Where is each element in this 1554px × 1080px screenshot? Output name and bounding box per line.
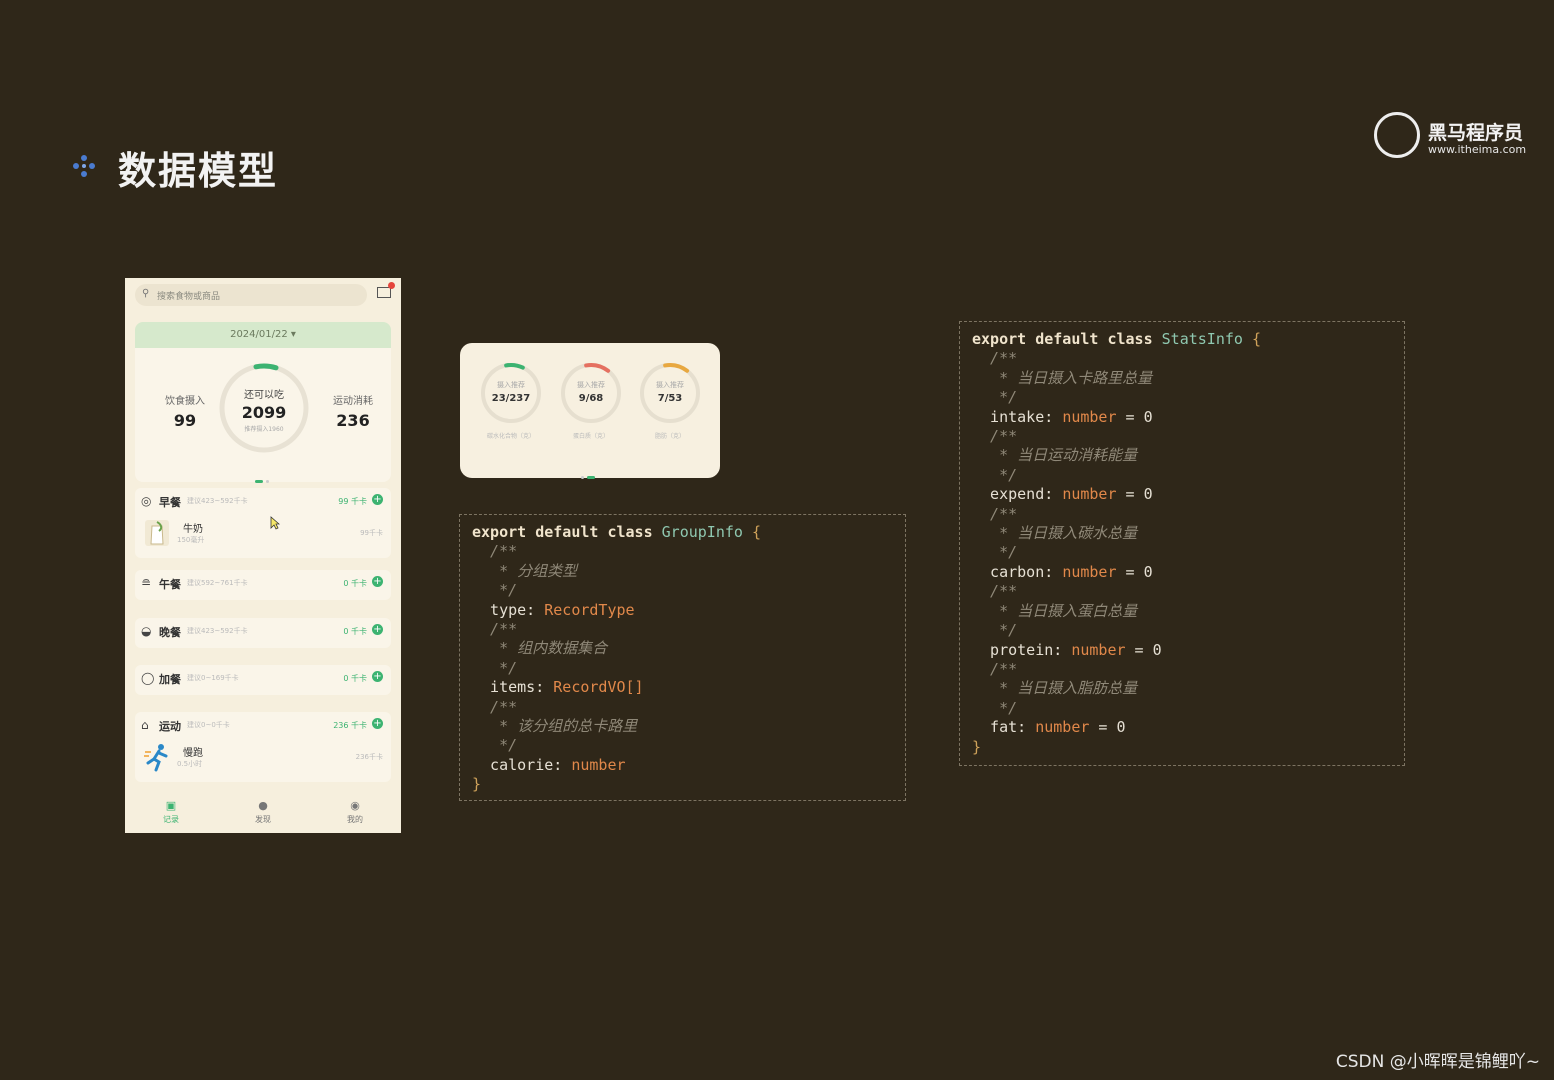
- meal-suggest: 建议0~169千卡: [187, 674, 239, 682]
- code-block-groupinfo: export default class GroupInfo { /** * 分…: [459, 514, 906, 801]
- brand-logo: 黑马程序员 www.itheima.com: [1374, 112, 1539, 162]
- meal-kcal: 0 千卡: [343, 579, 367, 588]
- meal-suggest: 建议0~0千卡: [187, 721, 230, 729]
- page-indicator: [581, 464, 595, 483]
- bowl-icon: ◒: [141, 624, 152, 638]
- meal-group-dinner[interactable]: ◒ 晚餐 建议423~592千卡 0 千卡 +: [135, 618, 391, 648]
- food-item-name: 牛奶: [183, 524, 203, 535]
- intake-label: 饮食摄入: [165, 396, 205, 407]
- milk-icon: [145, 520, 169, 546]
- logo-url: www.itheima.com: [1428, 143, 1527, 156]
- ring-value: 9/68: [578, 393, 604, 404]
- ring-label: 摄入推荐: [656, 381, 684, 389]
- logo-horse-icon: [1374, 112, 1420, 158]
- notification-dot: [388, 282, 395, 289]
- ring-value: 7/53: [657, 393, 683, 404]
- title-bullet-icon: [73, 155, 95, 177]
- tab-label: 发现: [255, 815, 271, 824]
- remain-label: 还可以吃: [244, 390, 284, 401]
- intake-stat: 饮食摄入 99: [153, 392, 217, 430]
- logo-text: 黑马程序员: [1428, 122, 1524, 144]
- meal-name: 加餐: [159, 673, 181, 686]
- tab-label: 记录: [163, 815, 179, 824]
- meal-name: 运动: [159, 720, 181, 733]
- meal-suggest: 建议592~761千卡: [187, 579, 248, 587]
- mouse-cursor-icon: [270, 516, 280, 530]
- meal-group-lunch[interactable]: ≘ 午餐 建议592~761千卡 0 千卡 +: [135, 570, 391, 600]
- user-icon: ◉: [350, 799, 360, 812]
- breakfast-icon: ◎: [141, 494, 152, 508]
- tab-discover[interactable]: ● 发现: [233, 799, 293, 825]
- expend-label: 运动消耗: [333, 396, 373, 407]
- search-icon: ⚲: [142, 288, 150, 299]
- sport-item-name: 慢跑: [183, 748, 203, 759]
- meal-group-snack[interactable]: ◯ 加餐 建议0~169千卡 0 千卡 +: [135, 665, 391, 695]
- meal-kcal: 0 千卡: [343, 627, 367, 636]
- code-text: export default class StatsInfo { /** * 当…: [972, 330, 1261, 756]
- meal-kcal: 0 千卡: [343, 674, 367, 683]
- code-text: export default class GroupInfo { /** * 分…: [472, 523, 761, 794]
- summary-card: 饮食摄入 99 还可以吃 2099 推荐摄入1960 运动消耗 236: [135, 348, 391, 483]
- ring-sub: 碳水化合物（克）: [486, 433, 535, 440]
- meal-suggest: 建议423~592千卡: [187, 627, 248, 635]
- meal-name: 午餐: [159, 578, 181, 591]
- bottom-tab-bar: ▣ 记录 ● 发现 ◉ 我的: [125, 793, 401, 833]
- add-lunch-button[interactable]: +: [372, 576, 383, 587]
- meal-suggest: 建议423~592千卡: [187, 497, 248, 505]
- food-item-amount: 150毫升: [177, 536, 205, 544]
- add-dinner-button[interactable]: +: [372, 624, 383, 635]
- planet-icon: ●: [258, 799, 268, 812]
- sport-item-kcal: 236千卡: [355, 753, 383, 761]
- add-sport-button[interactable]: +: [372, 718, 383, 729]
- expend-stat: 运动消耗 236: [321, 392, 385, 430]
- meal-name: 早餐: [159, 496, 181, 509]
- ring-label: 摄入推荐: [497, 381, 525, 389]
- stats-card: 摄入推荐 23/237 碳水化合物（克） 摄入推荐 9/68 蛋白质（克） 摄入…: [460, 343, 720, 479]
- sport-item-amount: 0.5小时: [177, 760, 203, 768]
- burger-icon: ≘: [141, 576, 152, 590]
- meal-group-sport[interactable]: ⌂ 运动 建议0~0千卡 236 千卡 + 慢跑 0.5小时 236千卡: [135, 712, 391, 782]
- ring-sub: 脂肪（克）: [654, 433, 685, 440]
- add-snack-button[interactable]: +: [372, 671, 383, 682]
- page-indicator: [255, 468, 269, 487]
- expend-value: 236: [336, 411, 370, 430]
- ring-label: 摄入推荐: [577, 381, 605, 389]
- mail-icon[interactable]: [377, 282, 395, 298]
- meal-kcal: 236 千卡: [333, 721, 367, 730]
- remain-value: 2099: [241, 403, 287, 422]
- intake-value: 99: [173, 411, 197, 430]
- apple-icon: ◯: [141, 671, 155, 685]
- tab-label: 我的: [347, 815, 363, 824]
- phone-screenshot: ⚲ 搜索食物或商品 2024/01/22 ▾ 饮食摄入 99 还可以吃 2099…: [125, 278, 401, 833]
- watermark: CSDN @小晖晖是锦鲤吖~: [1335, 1052, 1540, 1072]
- tab-record[interactable]: ▣ 记录: [141, 799, 201, 825]
- meal-name: 晚餐: [159, 626, 181, 639]
- search-bar[interactable]: ⚲ 搜索食物或商品: [135, 284, 367, 306]
- record-icon: ▣: [165, 799, 177, 812]
- recommend-label: 推荐摄入1960: [244, 426, 284, 433]
- search-placeholder: 搜索食物或商品: [157, 292, 221, 302]
- running-icon: [144, 744, 168, 772]
- date-selector[interactable]: 2024/01/22 ▾: [135, 322, 391, 350]
- shoe-icon: ⌂: [141, 718, 149, 732]
- code-block-statsinfo: export default class StatsInfo { /** * 当…: [959, 321, 1405, 766]
- meal-group-breakfast[interactable]: ◎ 早餐 建议423~592千卡 99 千卡 + 牛奶 150毫升 99千卡: [135, 488, 391, 558]
- food-item-kcal: 99千卡: [360, 529, 383, 537]
- ring-value: 23/237: [491, 393, 531, 404]
- tab-mine[interactable]: ◉ 我的: [325, 799, 385, 825]
- meal-kcal: 99 千卡: [338, 497, 367, 506]
- ring-sub: 蛋白质（克）: [572, 433, 609, 440]
- slide-title: 数据模型: [118, 149, 279, 193]
- date-label: 2024/01/22 ▾: [230, 329, 296, 340]
- remain-text: 还可以吃 2099 推荐摄入1960: [218, 386, 310, 433]
- add-breakfast-button[interactable]: +: [372, 494, 383, 505]
